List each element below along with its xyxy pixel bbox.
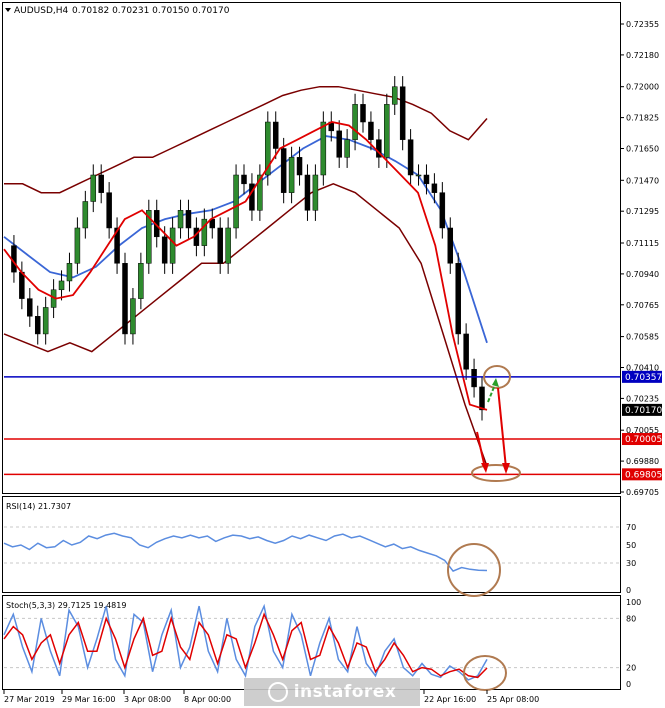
candle-body xyxy=(455,263,461,335)
stoch-tick-label: 100 xyxy=(626,598,641,607)
candle-body xyxy=(431,183,438,193)
price-tick-label: 0.69880 xyxy=(626,457,659,466)
candle-body xyxy=(280,148,287,193)
chart-canvas: 0.72355 0.72180 0.72000 0.71825 0.71650 0.714… xyxy=(2,2,662,704)
candle-body xyxy=(66,263,73,282)
watermark-text: instaforex xyxy=(293,682,397,702)
candle-body xyxy=(463,333,469,370)
candle-body xyxy=(90,174,97,202)
candle-body xyxy=(74,227,81,264)
level-price-label: 0.69805 xyxy=(625,470,662,480)
level-price-label: 0.70170 xyxy=(625,406,662,416)
candle-body xyxy=(19,271,25,299)
candle-body xyxy=(272,121,279,149)
stoch-tick-label: 80 xyxy=(626,614,636,623)
candle-body xyxy=(161,236,168,264)
main-panel-frame xyxy=(2,2,621,494)
rsi-tick-label: 0 xyxy=(626,586,631,595)
candle-body xyxy=(352,104,358,140)
candle-body xyxy=(122,263,128,335)
price-tick-label: 0.71295 xyxy=(626,207,659,216)
candle-body xyxy=(177,210,184,229)
price-tick-label: 0.70585 xyxy=(626,333,659,342)
candle-body xyxy=(217,227,223,264)
candle-body xyxy=(304,174,311,211)
rsi-panel-frame xyxy=(2,496,621,593)
price-tick-label: 0.70235 xyxy=(626,394,659,403)
candle-body xyxy=(415,174,422,177)
price-tick-label: 0.70765 xyxy=(626,301,659,310)
time-tick-label: 22 Apr 16:00 xyxy=(424,695,476,704)
candle-body xyxy=(169,227,176,264)
price-tick-label: 0.69705 xyxy=(626,488,659,497)
candle-body xyxy=(320,121,327,176)
candle-body xyxy=(82,201,89,229)
candle-body xyxy=(288,157,295,193)
time-tick-label: 25 Apr 08:00 xyxy=(487,695,539,704)
candle-body xyxy=(98,174,104,193)
candle-body xyxy=(58,280,65,291)
price-tick-label: 0.72355 xyxy=(626,20,659,29)
candle-body xyxy=(106,192,112,229)
candle-body xyxy=(391,86,398,105)
candle-body xyxy=(447,227,454,264)
candle-body xyxy=(368,121,374,140)
candle-body xyxy=(296,157,303,176)
candle-body xyxy=(34,316,41,335)
header-ohlc: 0.70182 0.70231 0.70150 0.70170 xyxy=(72,6,230,16)
candle-body xyxy=(439,192,446,229)
candle-body xyxy=(336,130,342,158)
rsi-tick-label: 50 xyxy=(626,541,636,550)
candle-body xyxy=(138,263,144,299)
candle-body xyxy=(471,369,477,388)
candle-body xyxy=(423,174,430,185)
rsi-tick-label: 30 xyxy=(626,559,636,568)
price-tick-label: 0.72000 xyxy=(626,83,659,92)
rsi-tick-label: 70 xyxy=(626,523,636,532)
candle-body xyxy=(27,298,33,317)
candle-body xyxy=(384,104,390,158)
stoch-tick-label: 0 xyxy=(626,680,631,689)
time-tick-label: 3 Apr 08:00 xyxy=(124,695,171,704)
candle-body xyxy=(130,298,136,335)
time-tick-label: 29 Mar 16:00 xyxy=(62,695,115,704)
instaforex-logo-icon xyxy=(267,682,288,702)
candle-body xyxy=(42,307,49,335)
price-tick-label: 0.71650 xyxy=(626,145,659,154)
candle-body xyxy=(344,139,350,158)
watermark-logo: instaforex xyxy=(244,678,420,706)
candle-body xyxy=(407,139,414,176)
price-tick-label: 0.71115 xyxy=(626,239,659,248)
candle-body xyxy=(399,86,406,140)
stoch-tick-label: 20 xyxy=(626,664,636,673)
time-tick-label: 8 Apr 00:00 xyxy=(184,695,231,704)
rsi-label: RSI(14) 21.7307 xyxy=(6,502,71,511)
level-price-label: 0.70357 xyxy=(625,373,662,383)
candle-body xyxy=(233,174,239,229)
header-symbol: AUDUSD,H4 xyxy=(14,6,69,16)
price-tick-label: 0.72180 xyxy=(626,51,659,60)
stoch-label: Stoch(5,3,3) 29.7125 19.4819 xyxy=(6,601,126,610)
candle-body xyxy=(479,386,485,411)
price-tick-label: 0.71470 xyxy=(626,176,659,185)
candle-body xyxy=(312,174,319,211)
candle-body xyxy=(241,174,247,185)
price-tick-label: 0.70940 xyxy=(626,270,659,279)
time-tick-label: 27 Mar 2019 xyxy=(4,695,55,704)
level-price-label: 0.70005 xyxy=(625,435,662,445)
candle-body xyxy=(225,227,231,264)
price-tick-label: 0.71825 xyxy=(626,114,659,123)
candle-body xyxy=(360,104,366,123)
candle-body xyxy=(185,210,192,229)
